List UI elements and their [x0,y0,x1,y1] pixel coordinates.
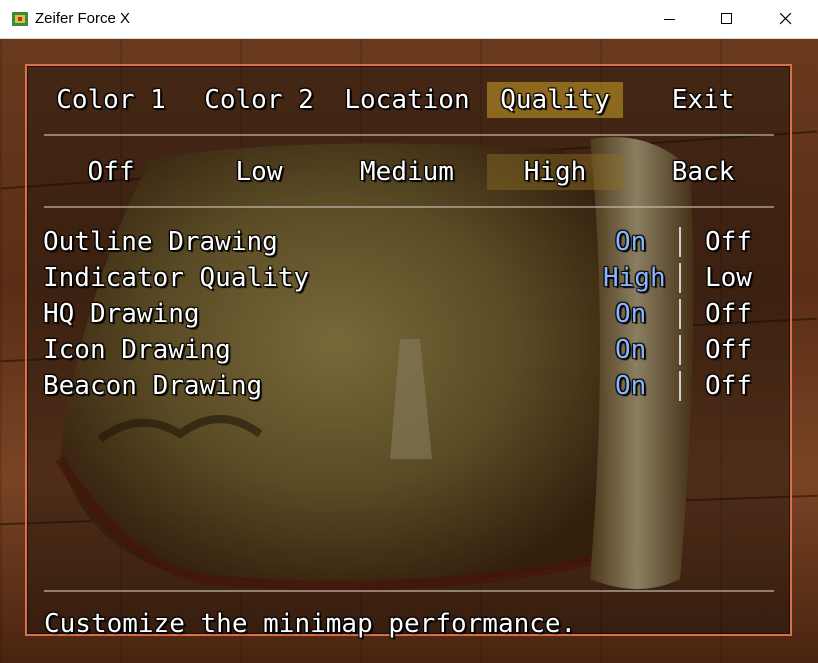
option-value-off[interactable]: Off [705,296,752,332]
close-button[interactable] [763,0,809,38]
option-label-indicator-quality[interactable]: Indicator Quality [43,260,309,296]
minimize-icon [664,19,675,20]
preset-off[interactable]: Off [43,154,179,190]
category-location[interactable]: Location [339,82,475,118]
option-label-icon-drawing[interactable]: Icon Drawing [43,332,231,368]
preset-low[interactable]: Low [191,154,327,190]
option-value-high[interactable]: High [603,260,666,296]
preset-high[interactable]: High [487,154,623,190]
category-quality[interactable]: Quality [487,82,623,118]
value-separator [679,335,681,365]
maximize-icon [721,13,732,24]
option-value-on[interactable]: On [615,368,646,404]
value-separator [679,299,681,329]
option-value-off[interactable]: Off [705,224,752,260]
category-color-1[interactable]: Color 1 [43,82,179,118]
maximize-button[interactable] [704,0,750,38]
option-value-on[interactable]: On [615,332,646,368]
help-text: Customize the minimap performance. [44,609,577,639]
category-exit[interactable]: Exit [635,82,771,118]
title-bar: Zeifer Force X [0,0,818,39]
divider [44,590,774,592]
option-value-on[interactable]: On [615,224,646,260]
category-color-2[interactable]: Color 2 [191,82,327,118]
value-separator [679,227,681,257]
preset-medium[interactable]: Medium [339,154,475,190]
game-app-icon [11,10,29,28]
option-value-off[interactable]: Off [705,368,752,404]
divider [44,134,774,136]
option-value-off[interactable]: Off [705,332,752,368]
options-menu-window: Color 1 Color 2 Location Quality Exit Of… [25,64,792,639]
preset-back[interactable]: Back [635,154,771,190]
option-value-on[interactable]: On [615,296,646,332]
divider [44,206,774,208]
option-label-beacon-drawing[interactable]: Beacon Drawing [43,368,262,404]
close-icon [780,13,792,25]
window-title: Zeifer Force X [35,10,131,27]
option-label-hq-drawing[interactable]: HQ Drawing [43,296,200,332]
game-screen: Color 1 Color 2 Location Quality Exit Of… [0,39,818,663]
option-label-outline-drawing[interactable]: Outline Drawing [43,224,278,260]
minimize-button[interactable] [647,0,693,38]
option-value-low[interactable]: Low [705,260,752,296]
value-separator [679,263,681,293]
value-separator [679,371,681,401]
